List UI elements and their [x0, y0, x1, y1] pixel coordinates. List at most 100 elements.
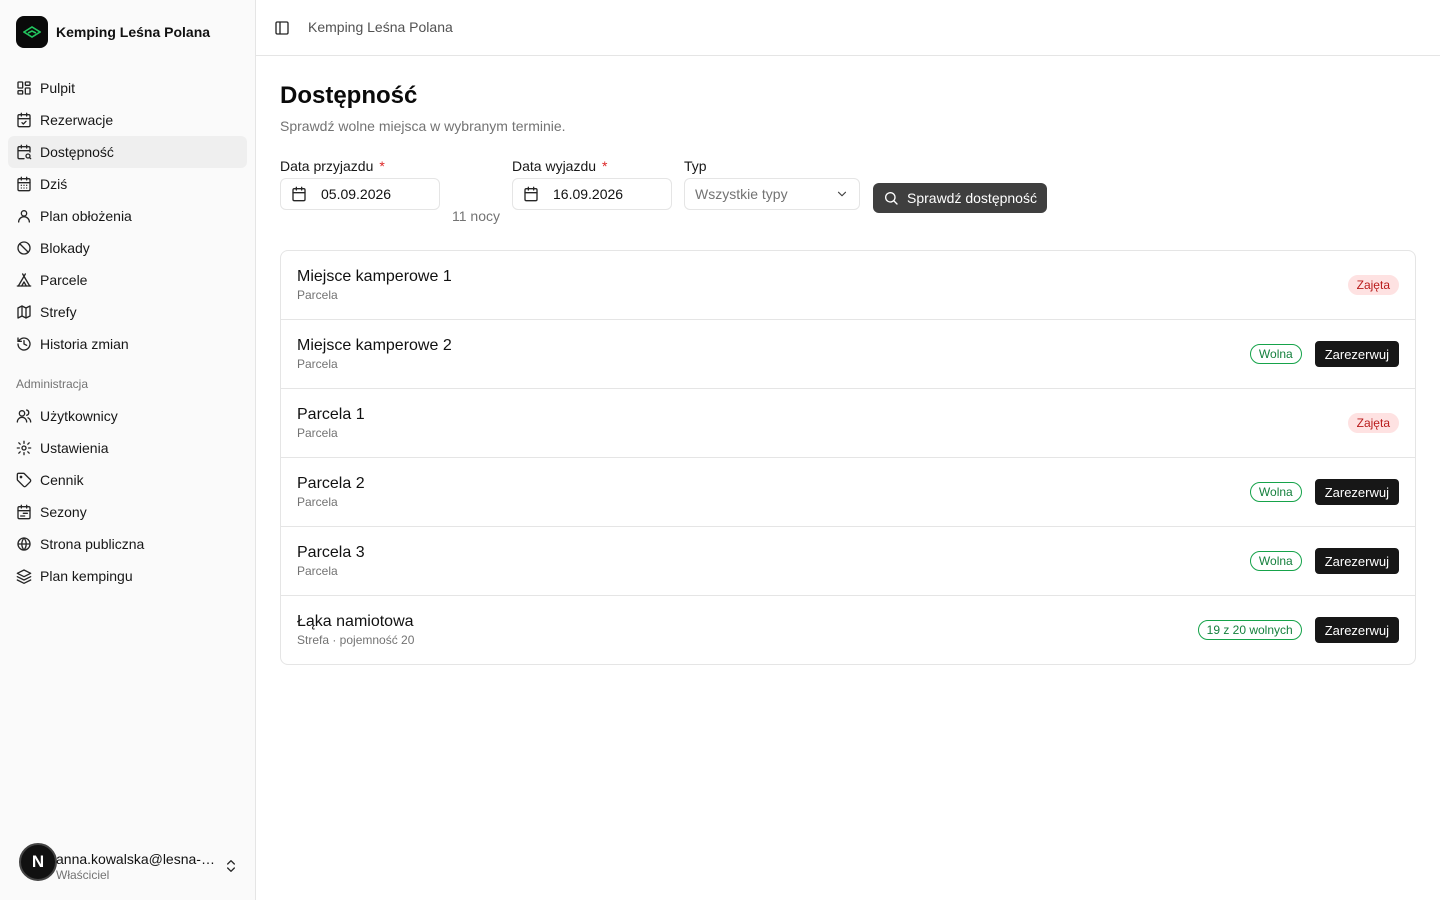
arrival-label-text: Data przyjazdu — [280, 158, 374, 174]
brand[interactable]: Kemping Leśna Polana — [16, 16, 210, 48]
list-item: Parcela 3 Parcela Wolna Zarezerwuj — [281, 527, 1415, 596]
sidebar-item-sezony[interactable]: Sezony — [8, 496, 247, 528]
calendar-days-icon — [16, 176, 32, 192]
departure-label: Data wyjazdu * — [512, 158, 608, 174]
map-icon — [16, 304, 32, 320]
ban-icon — [16, 240, 32, 256]
book-button[interactable]: Zarezerwuj — [1314, 341, 1399, 367]
item-name: Parcela 1 — [297, 406, 365, 423]
sidebar-item-cennik[interactable]: Cennik — [8, 464, 247, 496]
map-layers-icon — [16, 568, 32, 584]
sidebar-item-ustawienia[interactable]: Ustawienia — [8, 432, 247, 464]
tent-icon — [16, 272, 32, 288]
user-menu[interactable]: N anna.kowalska@lesna-polana.pl Właścici… — [8, 840, 247, 888]
sidebar-item-label: Rezerwacje — [40, 112, 114, 128]
sidebar-item-label: Plan kempingu — [40, 568, 133, 584]
item-name: Łąka namiotowa — [297, 613, 414, 630]
calendar-check-icon — [16, 112, 32, 128]
page-subtitle: Sprawdź wolne miejsca w wybranym termini… — [280, 118, 566, 134]
status-badge: Wolna — [1249, 551, 1302, 571]
chevrons-up-down-icon — [223, 858, 239, 874]
book-button[interactable]: Zarezerwuj — [1314, 479, 1399, 505]
sidebar-item-blokady[interactable]: Blokady — [8, 232, 247, 264]
calendar-search-icon — [16, 144, 32, 160]
sidebar-item-pulpit[interactable]: Pulpit — [8, 72, 247, 104]
status-badge: Zajęta — [1347, 413, 1399, 433]
item-type: Strefa · pojemność 20 — [297, 633, 415, 647]
sidebar-toggle-icon[interactable] — [272, 16, 292, 40]
admin-section-label: Administracja — [16, 377, 89, 391]
status-badge: Wolna — [1249, 482, 1302, 502]
sidebar-item-label: Sezony — [40, 504, 87, 520]
item-actions: Wolna Zarezerwuj — [1249, 527, 1399, 595]
required-mark: * — [602, 158, 608, 174]
status-badge: 19 z 20 wolnych — [1197, 620, 1302, 640]
sidebar-item-label: Dziś — [40, 176, 68, 192]
sidebar-item-plan-kempingu[interactable]: Plan kempingu — [8, 560, 247, 592]
user-role: Właściciel — [56, 868, 110, 882]
item-type: Parcela — [297, 564, 338, 578]
book-button[interactable]: Zarezerwuj — [1314, 617, 1399, 643]
sidebar-item-strefy[interactable]: Strefy — [8, 296, 247, 328]
sidebar: Kemping Leśna Polana Pulpit Rezerwacje D… — [0, 0, 256, 900]
sidebar-item-label: Cennik — [40, 472, 84, 488]
arrival-date-input[interactable]: 05.09.2026 — [280, 178, 440, 210]
check-availability-button[interactable]: Sprawdź dostępność — [873, 183, 1047, 213]
sidebar-item-label: Użytkownicy — [40, 408, 118, 424]
type-select[interactable]: Wszystkie typy — [684, 178, 860, 210]
sidebar-nav: Pulpit Rezerwacje Dostępność Dziś Plan o… — [8, 72, 247, 592]
user-email: anna.kowalska@lesna-polana.pl — [56, 851, 216, 867]
users-icon — [16, 408, 32, 424]
sidebar-item-strona-publiczna[interactable]: Strona publiczna — [8, 528, 247, 560]
avatar: N — [19, 843, 57, 881]
gear-icon — [16, 440, 32, 456]
item-actions: Zajęta — [1347, 389, 1399, 457]
sidebar-item-parcele[interactable]: Parcele — [8, 264, 247, 296]
sidebar-item-dzis[interactable]: Dziś — [8, 168, 247, 200]
check-availability-label: Sprawdź dostępność — [907, 190, 1037, 206]
page-title: Dostępność — [280, 82, 418, 109]
list-item: Łąka namiotowa Strefa · pojemność 20 19 … — [281, 596, 1415, 664]
sidebar-item-dostepnosc[interactable]: Dostępność — [8, 136, 247, 168]
item-type: Parcela — [297, 357, 338, 371]
sidebar-item-uzytkownicy[interactable]: Użytkownicy — [8, 400, 247, 432]
item-type: Parcela — [297, 495, 338, 509]
sidebar-item-label: Pulpit — [40, 80, 76, 96]
breadcrumb[interactable]: Kemping Leśna Polana — [308, 19, 453, 35]
sidebar-item-label: Parcele — [40, 272, 88, 288]
calendar-icon — [292, 186, 306, 202]
top-header: Kemping Leśna Polana — [256, 0, 1440, 56]
sidebar-item-label: Dostępność — [40, 144, 114, 160]
results-list: Miejsce kamperowe 1 Parcela Zajęta Miejs… — [280, 250, 1416, 665]
item-name: Miejsce kamperowe 1 — [297, 268, 452, 285]
sidebar-item-label: Plan obłożenia — [40, 208, 132, 224]
sidebar-item-historia-zmian[interactable]: Historia zmian — [8, 328, 247, 360]
user-icon — [16, 208, 32, 224]
search-icon — [885, 192, 898, 205]
sidebar-item-label: Blokady — [40, 240, 90, 256]
sidebar-item-plan-oblozenia[interactable]: Plan obłożenia — [8, 200, 247, 232]
list-item: Parcela 2 Parcela Wolna Zarezerwuj — [281, 458, 1415, 527]
sidebar-item-label: Strefy — [40, 304, 77, 320]
type-select-value: Wszystkie typy — [695, 186, 788, 202]
item-actions: Zajęta — [1347, 251, 1399, 319]
item-name: Parcela 3 — [297, 544, 365, 561]
sidebar-item-label: Historia zmian — [40, 336, 129, 352]
book-button[interactable]: Zarezerwuj — [1314, 548, 1399, 574]
tag-icon — [16, 472, 32, 488]
dashboard-icon — [16, 80, 32, 96]
departure-date-input[interactable]: 16.09.2026 — [512, 178, 672, 210]
list-item: Miejsce kamperowe 2 Parcela Wolna Zareze… — [281, 320, 1415, 389]
type-label: Typ — [684, 158, 707, 174]
sidebar-item-label: Strona publiczna — [40, 536, 145, 552]
arrival-label: Data przyjazdu * — [280, 158, 385, 174]
status-badge: Wolna — [1249, 344, 1302, 364]
item-actions: Wolna Zarezerwuj — [1249, 320, 1399, 388]
globe-icon — [16, 536, 32, 552]
required-mark: * — [379, 158, 385, 174]
sidebar-item-rezerwacje[interactable]: Rezerwacje — [8, 104, 247, 136]
arrival-date-value: 05.09.2026 — [321, 186, 392, 202]
history-icon — [16, 336, 32, 352]
calendar-icon — [524, 186, 538, 202]
departure-label-text: Data wyjazdu — [512, 158, 597, 174]
